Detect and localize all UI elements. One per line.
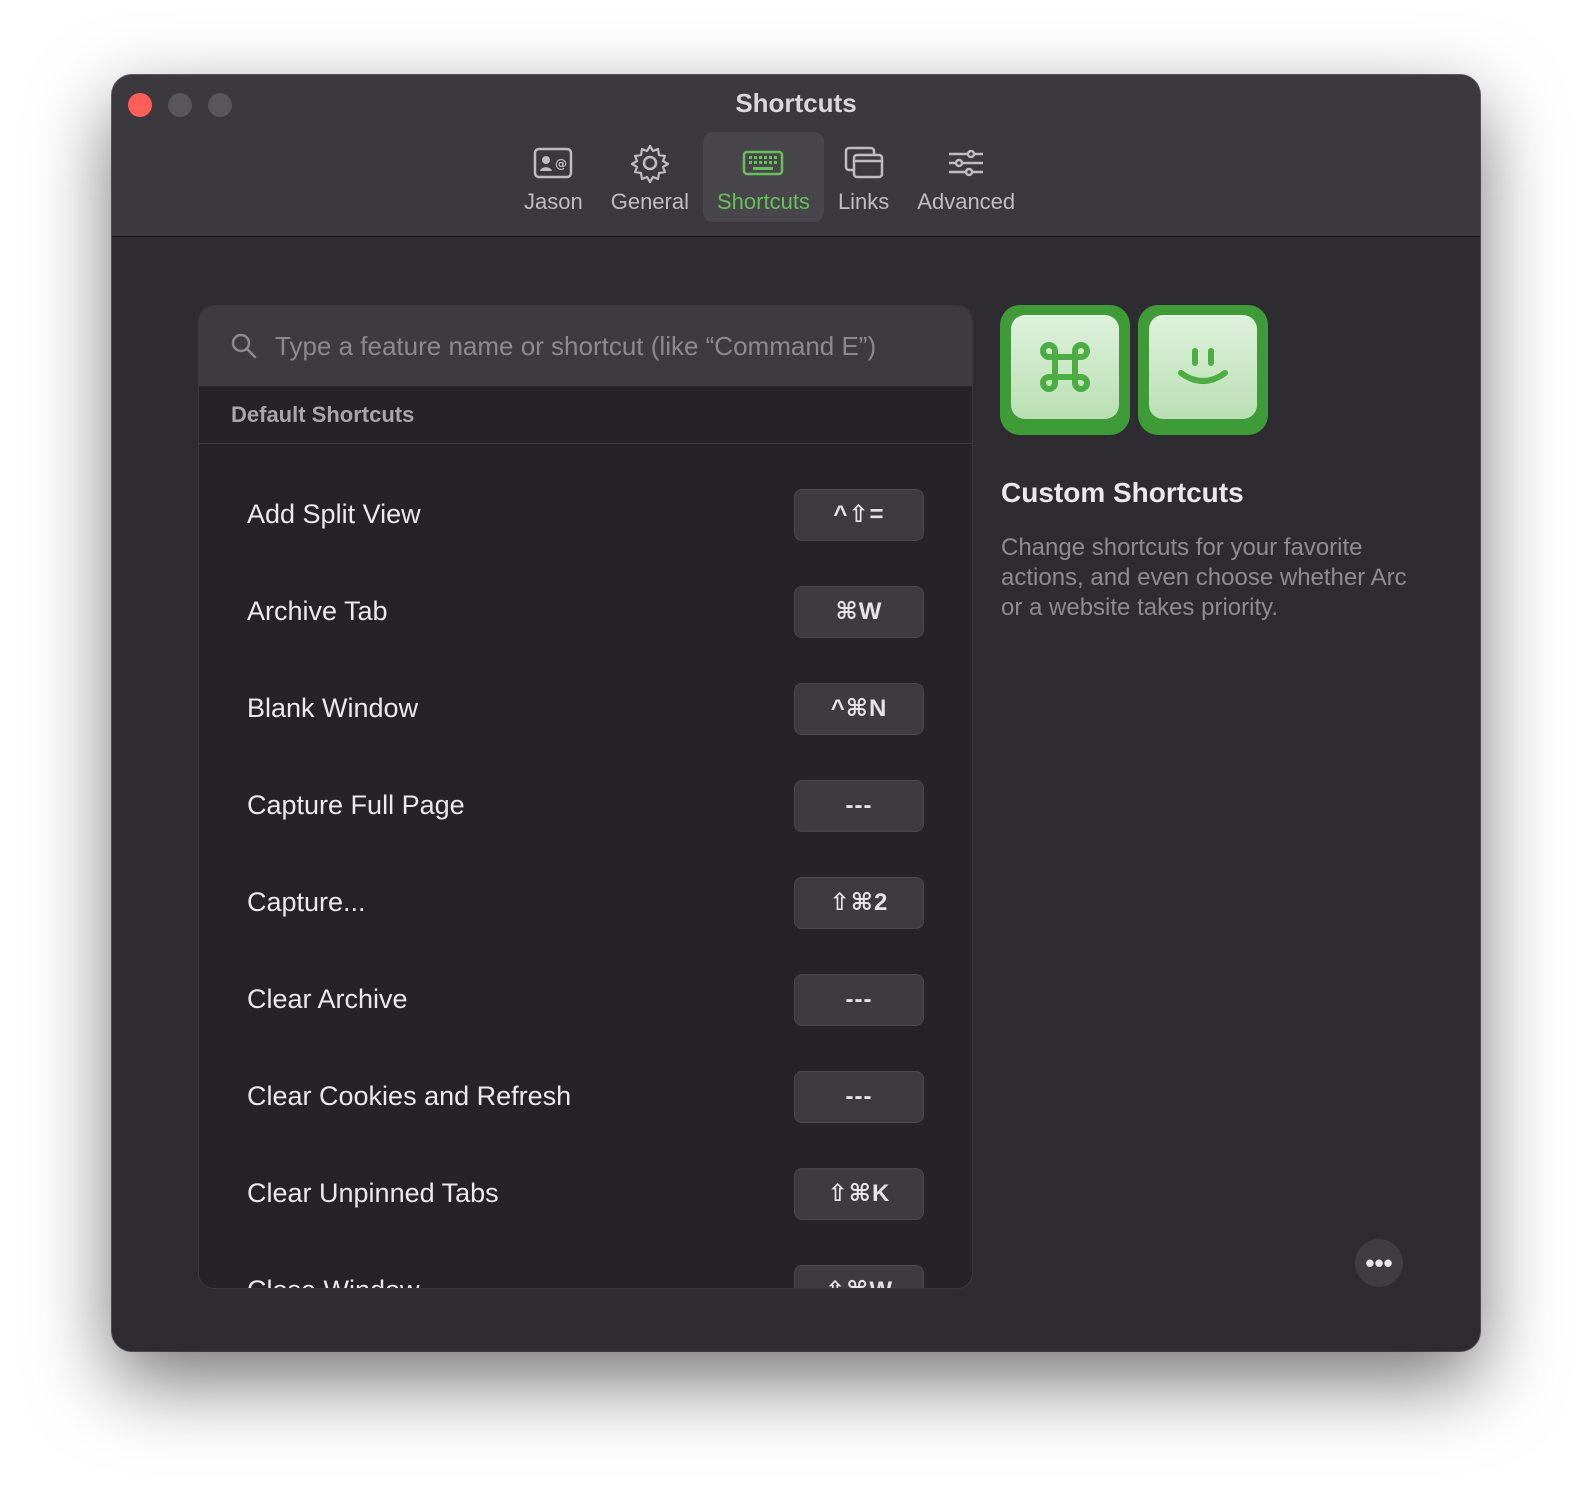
shortcut-row: Close Window ⇧⌘W: [199, 1242, 972, 1288]
shortcut-row: Archive Tab ⌘W: [199, 563, 972, 660]
tab-shortcuts[interactable]: Shortcuts: [703, 132, 824, 222]
window-title: Shortcuts: [735, 88, 857, 118]
tab-label: Shortcuts: [717, 189, 810, 214]
side-description: Change shortcuts for your favorite actio…: [1001, 534, 1407, 621]
shortcut-row: Capture... ⇧⌘2: [199, 854, 972, 951]
shortcut-row: Clear Cookies and Refresh ---: [199, 1048, 972, 1145]
tab-general[interactable]: General: [597, 132, 703, 222]
shortcut-key-button[interactable]: ⇧⌘K: [794, 1167, 924, 1220]
shortcut-label: Clear Unpinned Tabs: [247, 1178, 499, 1208]
search-input[interactable]: [273, 329, 972, 363]
gear-icon: [628, 141, 672, 185]
shortcut-row: Clear Unpinned Tabs ⇧⌘K: [199, 1145, 972, 1242]
tab-label: Advanced: [917, 189, 1016, 214]
smiley-key-icon: [1138, 305, 1268, 435]
shortcut-label: Archive Tab: [247, 596, 388, 626]
shortcut-key-button[interactable]: ^⇧=: [794, 488, 924, 541]
shortcut-label: Add Split View: [247, 499, 421, 529]
keycaps-illustration: [1000, 305, 1268, 435]
tab-label: General: [610, 189, 689, 214]
tab-advanced[interactable]: Advanced: [903, 132, 1029, 222]
tab-jason[interactable]: @ Jason: [510, 132, 597, 222]
shortcuts-panel: Default Shortcuts Add Split View ^⇧= Arc…: [198, 305, 973, 1289]
side-title: Custom Shortcuts: [1001, 477, 1244, 508]
shortcut-label: Capture...: [247, 887, 366, 917]
svg-text:@: @: [555, 157, 567, 171]
shortcut-list: Add Split View ^⇧= Archive Tab ⌘W Blank …: [199, 444, 972, 1288]
keyboard-icon: [741, 141, 785, 185]
search-icon: [231, 333, 257, 359]
shortcut-row: Capture Full Page ---: [199, 757, 972, 854]
shortcut-key-button[interactable]: ---: [794, 973, 924, 1026]
shortcut-row: Blank Window ^⌘N: [199, 660, 972, 757]
search-bar: [199, 306, 972, 387]
shortcut-key-button[interactable]: ---: [794, 779, 924, 832]
contact-card-icon: @: [531, 141, 575, 185]
more-options-button[interactable]: •••: [1355, 1239, 1403, 1287]
shortcut-row: Add Split View ^⇧=: [199, 466, 972, 563]
shortcut-key-button[interactable]: ⌘W: [794, 585, 924, 638]
tab-label: Links: [837, 189, 890, 214]
shortcut-label: Capture Full Page: [247, 790, 465, 820]
shortcut-label: Blank Window: [247, 693, 419, 723]
tab-label: Jason: [524, 189, 583, 214]
preferences-tabs: @ Jason General Shortcuts Links Advanced: [510, 132, 1029, 222]
titlebar: Shortcuts @ Jason General Shortcuts Link…: [112, 75, 1480, 237]
sliders-icon: [944, 141, 988, 185]
windows-icon: [842, 141, 886, 185]
preferences-window: Shortcuts @ Jason General Shortcuts Link…: [112, 75, 1480, 1351]
shortcut-label: Clear Archive: [247, 984, 408, 1014]
shortcut-row: Clear Archive ---: [199, 951, 972, 1048]
shortcut-key-button[interactable]: ^⌘N: [794, 682, 924, 735]
shortcut-key-button[interactable]: ⇧⌘W: [794, 1264, 924, 1288]
section-header: Default Shortcuts: [199, 387, 972, 444]
shortcut-label: Close Window: [247, 1275, 420, 1288]
shortcut-key-button[interactable]: ---: [794, 1070, 924, 1123]
command-key-icon: [1000, 305, 1130, 435]
shortcut-key-button[interactable]: ⇧⌘2: [794, 876, 924, 929]
shortcut-label: Clear Cookies and Refresh: [247, 1081, 572, 1111]
tab-links[interactable]: Links: [824, 132, 903, 222]
